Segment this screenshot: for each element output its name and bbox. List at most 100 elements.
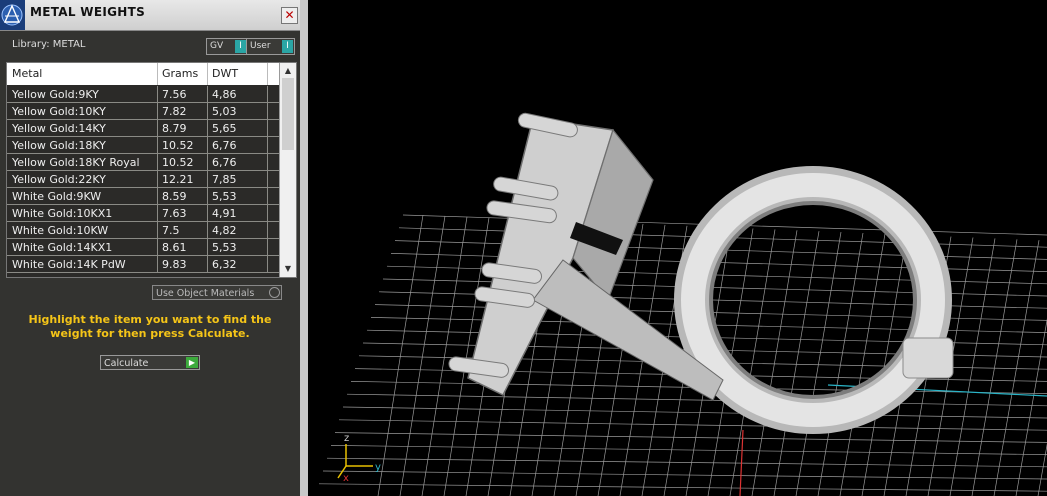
dwt-cell: 5,03 <box>212 105 237 118</box>
toggle-icon: I <box>282 40 293 53</box>
grams-cell: 8.61 <box>162 241 187 254</box>
table-row[interactable]: Yellow Gold:22KY 12.21 7,85 <box>7 171 279 188</box>
table-scrollbar[interactable]: ▲ ▼ <box>279 63 296 277</box>
table-row[interactable]: White Gold:10KW 7.5 4,82 <box>7 222 279 239</box>
column-divider <box>267 103 268 120</box>
column-divider <box>267 137 268 154</box>
dwt-cell: 6,76 <box>212 156 237 169</box>
column-divider <box>207 86 208 103</box>
column-divider <box>267 222 268 239</box>
table-header: Metal Grams DWT <box>7 63 279 85</box>
dwt-cell: 5,53 <box>212 190 237 203</box>
chevron-down-icon[interactable]: ▼ <box>280 262 296 276</box>
dwt-cell: 7,85 <box>212 173 237 186</box>
column-header-grams[interactable]: Grams <box>162 67 198 80</box>
toggle-icon: I <box>235 40 246 53</box>
close-button[interactable]: ✕ <box>281 7 298 24</box>
column-divider <box>207 154 208 171</box>
metal-table: Metal Grams DWT Yellow Gold:9KY 7.56 4,86 Y… <box>6 62 297 278</box>
metal-cell: Yellow Gold:9KY <box>12 88 99 101</box>
axis-z-label: z <box>344 433 349 444</box>
column-divider <box>207 137 208 154</box>
column-divider <box>267 205 268 222</box>
gv-toggle[interactable]: GV I <box>206 38 248 55</box>
column-divider <box>157 239 158 256</box>
column-divider <box>207 239 208 256</box>
metal-cell: White Gold:9KW <box>12 190 102 203</box>
library-label: Library: METAL <box>12 39 86 50</box>
metal-cell: White Gold:10KW <box>12 224 109 237</box>
column-divider <box>267 120 268 137</box>
column-divider <box>207 256 208 273</box>
chevron-up-icon[interactable]: ▲ <box>280 64 296 78</box>
instruction-text: Highlight the item you want to find the … <box>28 313 272 340</box>
table-row[interactable]: White Gold:9KW 8.59 5,53 <box>7 188 279 205</box>
column-divider <box>157 63 158 85</box>
metal-cell: White Gold:14KX1 <box>12 241 113 254</box>
dwt-cell: 5,65 <box>212 122 237 135</box>
column-divider <box>267 86 268 103</box>
3d-viewport[interactable]: z y x <box>308 0 1047 496</box>
column-divider <box>207 103 208 120</box>
app-logo-icon <box>0 0 25 30</box>
calculate-label: Calculate <box>104 358 149 369</box>
viewport-scene: z y x <box>318 112 1047 496</box>
column-header-metal[interactable]: Metal <box>12 67 42 80</box>
dwt-cell: 4,91 <box>212 207 237 220</box>
metal-cell: Yellow Gold:18KY Royal <box>12 156 140 169</box>
column-divider <box>207 205 208 222</box>
column-divider <box>157 137 158 154</box>
column-divider <box>157 188 158 205</box>
column-divider <box>157 205 158 222</box>
dwt-cell: 4,82 <box>212 224 237 237</box>
column-divider <box>267 63 268 85</box>
table-row[interactable]: Yellow Gold:9KY 7.56 4,86 <box>7 86 279 103</box>
grams-cell: 8.59 <box>162 190 187 203</box>
column-divider <box>157 256 158 273</box>
column-divider <box>157 103 158 120</box>
use-object-materials-toggle[interactable]: Use Object Materials <box>152 285 282 300</box>
user-toggle[interactable]: User I <box>246 38 295 55</box>
column-divider <box>267 154 268 171</box>
table-row[interactable]: Yellow Gold:14KY 8.79 5,65 <box>7 120 279 137</box>
metal-cell: Yellow Gold:22KY <box>12 173 106 186</box>
column-divider <box>157 171 158 188</box>
column-divider <box>207 120 208 137</box>
dwt-cell: 6,32 <box>212 258 237 271</box>
column-divider <box>207 63 208 85</box>
grams-cell: 7.56 <box>162 88 187 101</box>
column-divider <box>267 256 268 273</box>
grams-cell: 10.52 <box>162 156 194 169</box>
table-row[interactable]: Yellow Gold:10KY 7.82 5,03 <box>7 103 279 120</box>
table-row[interactable]: White Gold:14KX1 8.61 5,53 <box>7 239 279 256</box>
ring-model <box>448 112 954 434</box>
column-divider <box>157 154 158 171</box>
table-row[interactable]: White Gold:10KX1 7.63 4,91 <box>7 205 279 222</box>
play-icon: ▶ <box>186 357 198 368</box>
grams-cell: 9.83 <box>162 258 187 271</box>
dwt-cell: 5,53 <box>212 241 237 254</box>
panel-title: METAL WEIGHTS <box>30 5 146 19</box>
grams-cell: 10.52 <box>162 139 194 152</box>
grams-cell: 7.5 <box>162 224 180 237</box>
calculate-button[interactable]: Calculate ▶ <box>100 355 200 370</box>
table-row[interactable]: Yellow Gold:18KY 10.52 6,76 <box>7 137 279 154</box>
table-row[interactable]: Yellow Gold:18KY Royal 10.52 6,76 <box>7 154 279 171</box>
scroll-thumb[interactable] <box>282 78 294 150</box>
metal-cell: White Gold:14K PdW <box>12 258 126 271</box>
column-divider <box>267 239 268 256</box>
use-object-materials-label: Use Object Materials <box>156 288 255 299</box>
table-body: Yellow Gold:9KY 7.56 4,86 Yellow Gold:10KY 7… <box>7 86 279 273</box>
column-header-dwt[interactable]: DWT <box>212 67 238 80</box>
metal-cell: White Gold:10KX1 <box>12 207 113 220</box>
user-label: User <box>250 41 271 51</box>
column-divider <box>157 222 158 239</box>
column-divider <box>267 171 268 188</box>
close-icon: ✕ <box>284 8 295 22</box>
dwt-cell: 4,86 <box>212 88 237 101</box>
panel-titlebar[interactable]: METAL WEIGHTS ✕ <box>0 0 300 31</box>
panel-splitter[interactable] <box>300 0 308 496</box>
table-row[interactable]: White Gold:14K PdW 9.83 6,32 <box>7 256 279 273</box>
axis-y-label: y <box>375 462 381 473</box>
column-divider <box>207 171 208 188</box>
